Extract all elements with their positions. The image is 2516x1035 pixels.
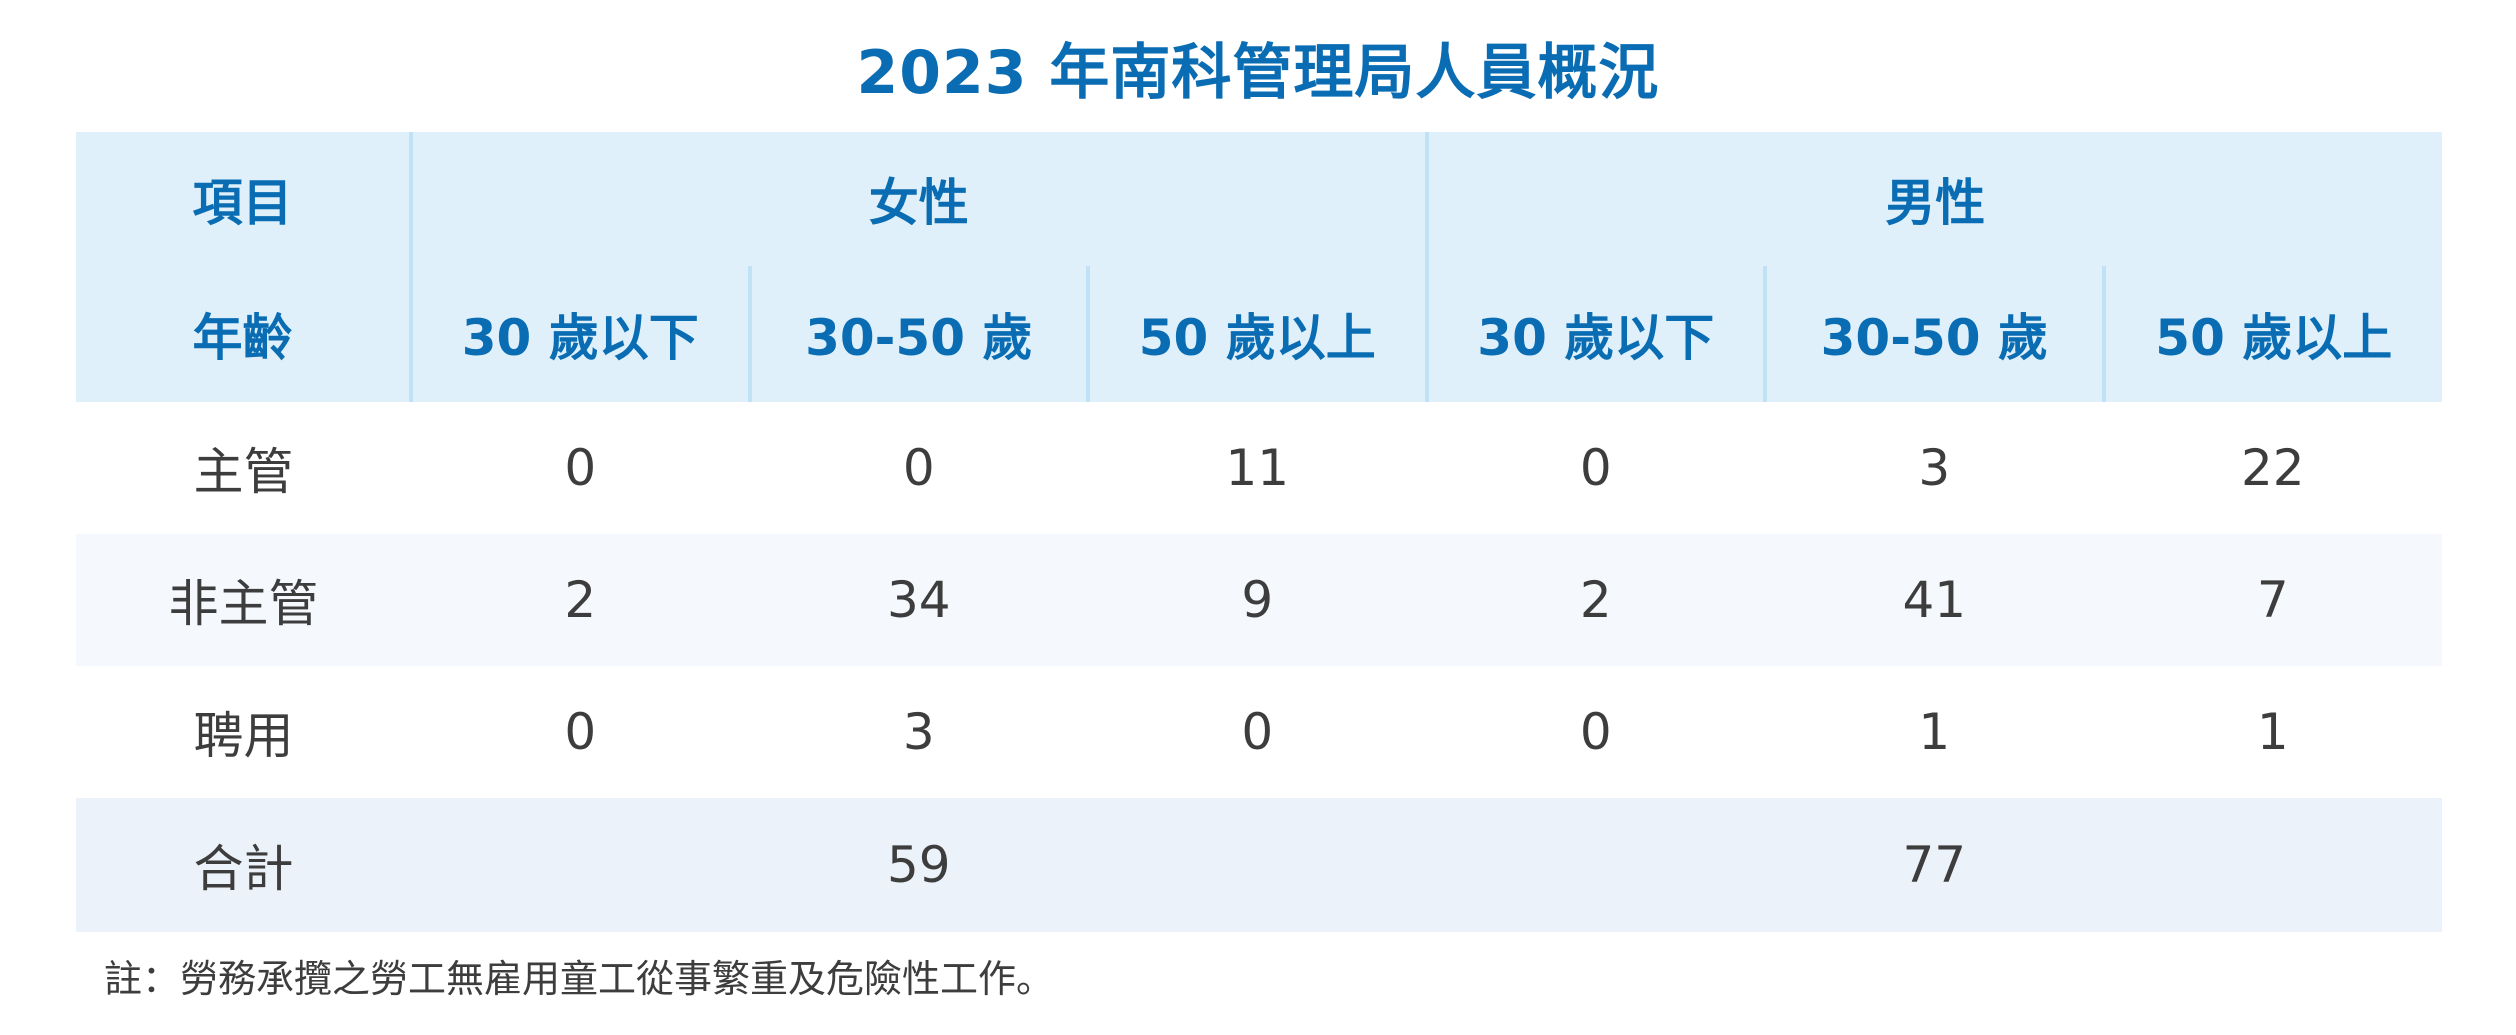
table-cell: 7 xyxy=(2103,534,2443,666)
header-male-age-under-30: 30 歲以下 xyxy=(1424,266,1766,402)
table-cell: 0 xyxy=(411,666,750,798)
header-female-age-over-50: 50 歲以上 xyxy=(1086,266,1427,402)
header-item: 項目 xyxy=(76,132,411,266)
table-cell: 34 xyxy=(749,534,1088,666)
footnote: 註：勞務承攬之勞工無雇用童工從事繁重及危險性工作。 xyxy=(104,957,1055,1001)
total-female: 59 xyxy=(411,798,1427,932)
header-row-age: 年齡 30 歲以下 30-50 歲 50 歲以上 30 歲以下 30-50 歲 … xyxy=(76,266,2443,402)
table-row-supervisor: 主管 0 0 11 0 3 22 xyxy=(76,402,2443,534)
row-label: 非主管 xyxy=(76,534,411,666)
table-cell: 11 xyxy=(1088,402,1427,534)
header-female-age-30-50: 30-50 歲 xyxy=(747,266,1088,402)
table-cell: 0 xyxy=(411,402,750,534)
table-cell: 41 xyxy=(1765,534,2104,666)
table-cell: 3 xyxy=(749,666,1088,798)
table-cell: 22 xyxy=(2103,402,2443,534)
table-cell: 2 xyxy=(411,534,750,666)
table-cell: 0 xyxy=(1426,666,1766,798)
table-cell: 1 xyxy=(2103,666,2443,798)
table-cell: 1 xyxy=(1765,666,2104,798)
header-male: 男性 xyxy=(1424,132,2443,266)
header-male-age-30-50: 30-50 歲 xyxy=(1763,266,2104,402)
row-label: 聘用 xyxy=(76,666,411,798)
personnel-table: 項目 女性 男性 年齡 30 歲以下 30-50 歲 50 歲以上 30 歲以下… xyxy=(76,132,2443,932)
header-female-age-under-30: 30 歲以下 xyxy=(409,266,750,402)
table-row-total: 合計 59 77 xyxy=(76,798,2443,932)
table-row-contract: 聘用 0 3 0 0 1 1 xyxy=(76,666,2443,798)
table-cell: 0 xyxy=(1088,666,1427,798)
row-label: 主管 xyxy=(76,402,411,534)
table-cell: 3 xyxy=(1765,402,2104,534)
table-cell: 2 xyxy=(1426,534,1766,666)
header-row-gender: 項目 女性 男性 xyxy=(76,132,2443,266)
total-male: 77 xyxy=(1426,798,2443,932)
page-title: 2023 年南科管理局人員概況 xyxy=(856,38,1660,108)
row-label: 合計 xyxy=(76,798,411,932)
table-cell: 0 xyxy=(1426,402,1766,534)
header-female: 女性 xyxy=(409,132,1427,266)
table-row-non-supervisor: 非主管 2 34 9 2 41 7 xyxy=(76,534,2443,666)
header-male-age-over-50: 50 歲以上 xyxy=(2101,266,2443,402)
table-cell: 0 xyxy=(749,402,1088,534)
header-age: 年齡 xyxy=(76,266,411,402)
table-cell: 9 xyxy=(1088,534,1427,666)
